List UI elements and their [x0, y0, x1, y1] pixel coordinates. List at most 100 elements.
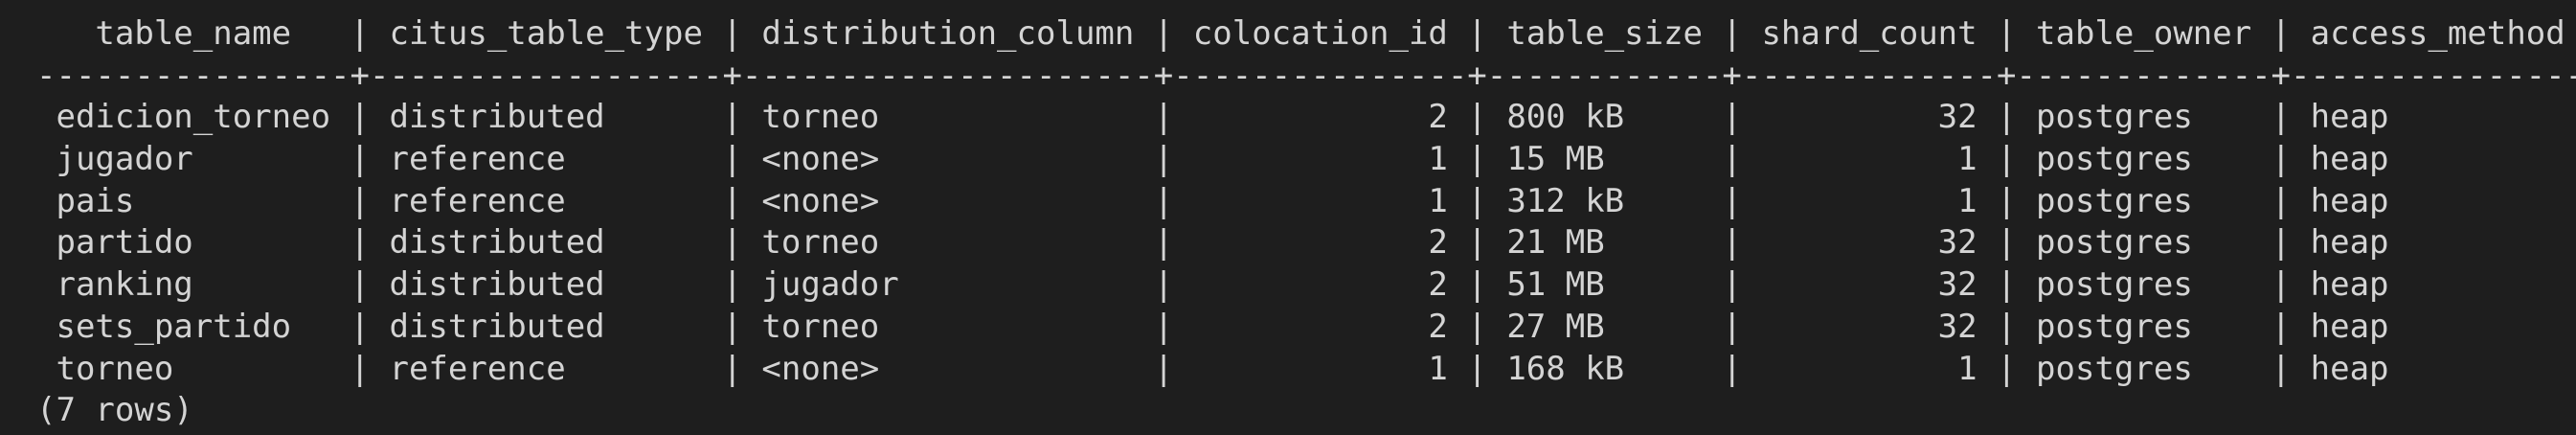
column-divider: |: [350, 14, 370, 53]
column-divider: |: [1153, 140, 1174, 179]
cell-table-owner: postgres: [2016, 140, 2271, 179]
cell-table-size: 21 MB: [1486, 223, 1723, 263]
cell-table-name: pais: [36, 181, 350, 220]
column-divider: |: [1722, 307, 1742, 346]
cell-citus-table-type: reference: [370, 349, 723, 388]
table-row: torneo | reference | <none> | 1 | 168 kB…: [36, 349, 2576, 391]
column-divider: |: [722, 223, 742, 263]
column-divider: |: [1997, 265, 2017, 305]
column-divider: |: [2271, 265, 2292, 305]
cell-access-method: heap: [2291, 307, 2576, 346]
column-divider: |: [1722, 140, 1742, 179]
column-divider: |: [2271, 223, 2292, 263]
column-header-colocation-id: colocation_id: [1173, 14, 1468, 53]
column-divider: |: [1467, 14, 1487, 53]
column-divider: |: [722, 98, 742, 137]
column-header-table-size: table_size: [1486, 14, 1723, 53]
cell-citus-table-type: distributed: [370, 265, 723, 305]
table-row: partido | distributed | torneo | 2 | 21 …: [36, 222, 2576, 264]
column-divider: |: [2271, 14, 2292, 53]
column-divider: |: [350, 98, 370, 137]
column-divider: |: [1722, 223, 1742, 263]
cell-colocation-id: 1: [1173, 181, 1468, 220]
cell-distribution-column: <none>: [741, 349, 1154, 388]
cell-table-name: ranking: [36, 265, 350, 305]
table-row: ranking | distributed | jugador | 2 | 51…: [36, 264, 2576, 307]
cell-shard-count: 1: [1741, 181, 1998, 220]
column-divider: |: [1467, 98, 1487, 137]
row-count: (7 rows): [36, 391, 193, 430]
column-divider: |: [1153, 349, 1174, 388]
column-divider: |: [722, 349, 742, 388]
cell-table-owner: postgres: [2016, 223, 2271, 263]
column-divider: |: [1467, 349, 1487, 388]
cell-access-method: heap: [2291, 265, 2576, 305]
cell-table-name: edicion_torneo: [36, 98, 350, 137]
column-header-access-method: access_method: [2291, 14, 2576, 53]
header-separator: ----------------+------------------+----…: [36, 56, 2576, 95]
column-divider: |: [1997, 307, 2017, 346]
column-divider: |: [1467, 181, 1487, 220]
cell-shard-count: 1: [1741, 349, 1998, 388]
cell-colocation-id: 1: [1173, 349, 1468, 388]
column-divider: |: [2271, 349, 2292, 388]
cell-citus-table-type: distributed: [370, 223, 723, 263]
column-header-table-name: table_name: [36, 14, 350, 53]
column-divider: |: [1467, 140, 1487, 179]
cell-shard-count: 32: [1741, 98, 1998, 137]
cell-citus-table-type: distributed: [370, 98, 723, 137]
column-divider: |: [350, 181, 370, 220]
column-divider: |: [1722, 265, 1742, 305]
column-divider: |: [1153, 265, 1174, 305]
cell-shard-count: 32: [1741, 223, 1998, 263]
column-divider: |: [1997, 98, 2017, 137]
table-row: edicion_torneo | distributed | torneo | …: [36, 97, 2576, 139]
cell-colocation-id: 2: [1173, 223, 1468, 263]
cell-distribution-column: torneo: [741, 98, 1154, 137]
cell-shard-count: 1: [1741, 140, 1998, 179]
cell-access-method: heap: [2291, 181, 2576, 220]
column-divider: |: [722, 265, 742, 305]
column-header-distribution-column: distribution_column: [741, 14, 1154, 53]
table-row: sets_partido | distributed | torneo | 2 …: [36, 307, 2576, 349]
column-divider: |: [722, 140, 742, 179]
cell-citus-table-type: reference: [370, 181, 723, 220]
cell-table-size: 800 kB: [1486, 98, 1723, 137]
cell-table-owner: postgres: [2016, 98, 2271, 137]
column-divider: |: [1153, 98, 1174, 137]
cell-table-size: 15 MB: [1486, 140, 1723, 179]
column-divider: |: [2271, 181, 2292, 220]
column-header-shard-count: shard_count: [1741, 14, 1998, 53]
column-divider: |: [1153, 14, 1174, 53]
cell-access-method: heap: [2291, 140, 2576, 179]
column-divider: |: [1722, 349, 1742, 388]
cell-table-owner: postgres: [2016, 307, 2271, 346]
column-divider: |: [1997, 140, 2017, 179]
column-divider: |: [1722, 181, 1742, 220]
column-divider: |: [1153, 181, 1174, 220]
cell-colocation-id: 1: [1173, 140, 1468, 179]
column-divider: |: [350, 307, 370, 346]
cell-table-size: 51 MB: [1486, 265, 1723, 305]
column-divider: |: [722, 181, 742, 220]
cell-colocation-id: 2: [1173, 307, 1468, 346]
cell-distribution-column: torneo: [741, 223, 1154, 263]
cell-colocation-id: 2: [1173, 265, 1468, 305]
cell-table-name: sets_partido: [36, 307, 350, 346]
cell-shard-count: 32: [1741, 265, 1998, 305]
column-divider: |: [722, 307, 742, 346]
column-divider: |: [1997, 223, 2017, 263]
cell-colocation-id: 2: [1173, 98, 1468, 137]
cell-access-method: heap: [2291, 223, 2576, 263]
cell-distribution-column: <none>: [741, 181, 1154, 220]
column-divider: |: [1467, 265, 1487, 305]
cell-distribution-column: jugador: [741, 265, 1154, 305]
cell-citus-table-type: reference: [370, 140, 723, 179]
column-divider: |: [350, 223, 370, 263]
cell-table-name: partido: [36, 223, 350, 263]
column-divider: |: [1722, 14, 1742, 53]
column-divider: |: [1997, 181, 2017, 220]
column-divider: |: [1997, 14, 2017, 53]
cell-table-size: 312 kB: [1486, 181, 1723, 220]
column-divider: |: [1722, 98, 1742, 137]
